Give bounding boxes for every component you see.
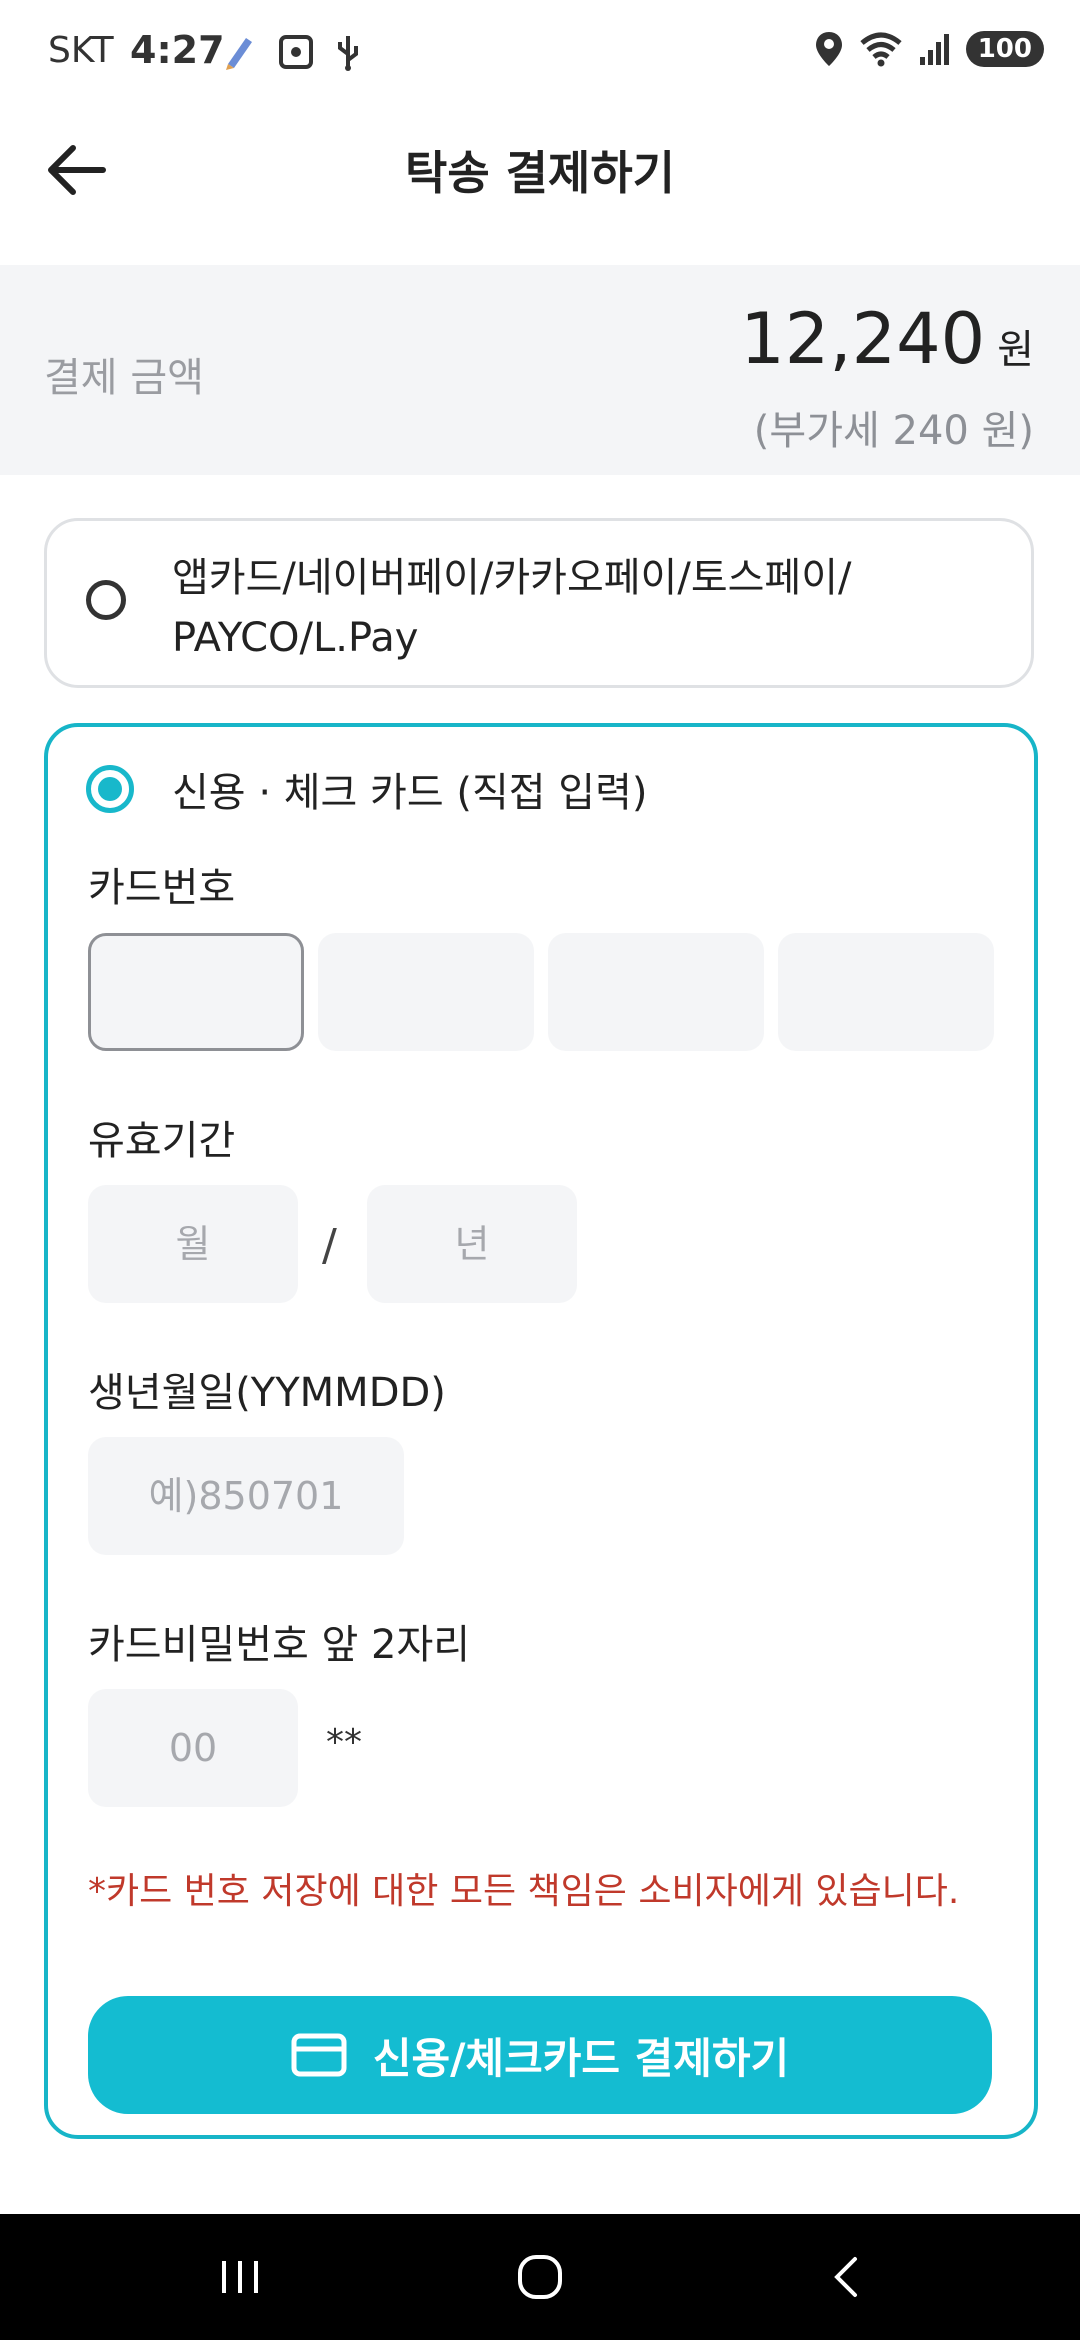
amount-value: 12,240: [740, 298, 986, 380]
home-button[interactable]: [450, 2214, 630, 2340]
back-icon: [834, 2257, 857, 2297]
recent-apps-icon: [222, 2261, 258, 2293]
birth-input[interactable]: [88, 1437, 404, 1555]
carrier-text: SKT: [48, 30, 114, 71]
expiry-label: 유효기간: [88, 1118, 236, 1164]
nav-back-button[interactable]: [755, 2214, 935, 2340]
page-title: 탁송 결제하기: [405, 146, 675, 200]
easy-pay-label-line1: 앱카드/네이버페이/카카오페이/토스페이/: [172, 555, 852, 601]
radio-card[interactable]: [86, 765, 134, 813]
password-input[interactable]: [88, 1689, 298, 1807]
warning-text: *카드 번호 저장에 대한 모든 책임은 소비자에게 있습니다.: [88, 1871, 960, 1912]
card-number-input-1[interactable]: [88, 933, 304, 1051]
radio-easy-pay[interactable]: [86, 580, 126, 620]
card-pay-button[interactable]: 신용/체크카드 결제하기: [88, 1996, 992, 2114]
pen-notification-icon: [226, 38, 252, 70]
screenshot-icon: [279, 35, 313, 69]
home-icon: [518, 2255, 562, 2299]
status-time: 4:27: [130, 28, 225, 72]
amount-unit: 원: [997, 327, 1034, 373]
usb-icon: [338, 36, 358, 71]
system-nav-bar: [0, 2214, 1080, 2340]
expiry-month-input[interactable]: [88, 1185, 298, 1303]
card-number-input-4[interactable]: [778, 933, 994, 1051]
location-icon: [815, 32, 842, 66]
card-option-label: 신용 · 체크 카드 (직접 입력): [172, 770, 648, 816]
recent-apps-button[interactable]: [150, 2214, 330, 2340]
vat-note: (부가세 240 원): [753, 408, 1034, 454]
card-number-label: 카드번호: [88, 865, 236, 911]
amount-label: 결제 금액: [44, 355, 204, 401]
password-mask: **: [326, 1722, 362, 1763]
expiry-separator: /: [322, 1220, 337, 1271]
password-label: 카드비밀번호 앞 2자리: [88, 1622, 471, 1668]
credit-card-icon: [291, 2033, 347, 2077]
wifi-icon: [860, 32, 902, 67]
amount-value-group: 12,240 원: [740, 298, 1034, 380]
battery-indicator: 100: [965, 31, 1044, 67]
notification-icons: [222, 32, 362, 72]
expiry-year-input[interactable]: [367, 1185, 577, 1303]
card-number-input-2[interactable]: [318, 933, 534, 1051]
easy-pay-label-line2: PAYCO/L.Pay: [172, 615, 419, 661]
pay-button-label: 신용/체크카드 결제하기: [372, 2033, 790, 2083]
signal-icon: [919, 34, 949, 65]
status-bar: SKT 4:27 100: [0, 0, 1080, 110]
birth-label: 생년월일(YYMMDD): [88, 1370, 446, 1416]
easy-pay-label: 앱카드/네이버페이/카카오페이/토스페이/ PAYCO/L.Pay: [172, 548, 972, 668]
card-number-input-3[interactable]: [548, 933, 764, 1051]
system-icons: 100: [814, 30, 1044, 68]
